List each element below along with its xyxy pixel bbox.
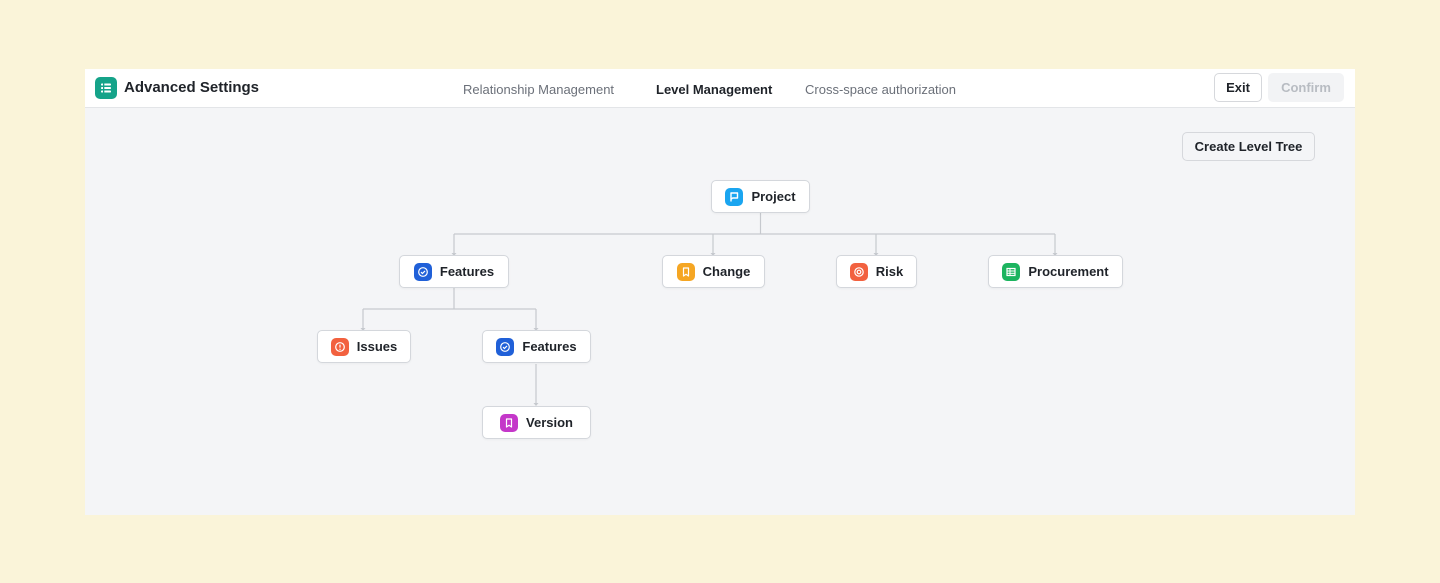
node-label: Features (439, 264, 495, 279)
tree-node-project[interactable]: Project (711, 180, 810, 213)
tree-node-procurement[interactable]: Procurement (988, 255, 1123, 288)
node-label: Features (522, 339, 577, 354)
bookmark-icon (676, 262, 695, 281)
node-label: Issues (356, 339, 398, 354)
tree-node-version[interactable]: Version (482, 406, 591, 439)
table-icon (1002, 262, 1021, 281)
flag-icon (725, 187, 744, 206)
node-label: Project (751, 189, 796, 204)
tree-connectors (360, 213, 1058, 406)
alert-circle-icon (330, 337, 349, 356)
target-icon (849, 262, 868, 281)
node-label: Version (526, 415, 573, 430)
check-circle-icon (413, 262, 432, 281)
tree-node-change[interactable]: Change (662, 255, 765, 288)
tree-node-issues[interactable]: Issues (317, 330, 411, 363)
tree-node-features[interactable]: Features (399, 255, 509, 288)
node-label: Risk (875, 264, 904, 279)
check-circle-icon (496, 337, 515, 356)
node-label: Change (702, 264, 751, 279)
advanced-settings-window: Advanced Settings Relationship Managemen… (85, 69, 1355, 515)
tree-node-risk[interactable]: Risk (836, 255, 917, 288)
bookmark-icon (500, 413, 519, 432)
tree-node-features-child[interactable]: Features (482, 330, 591, 363)
node-label: Procurement (1028, 264, 1109, 279)
